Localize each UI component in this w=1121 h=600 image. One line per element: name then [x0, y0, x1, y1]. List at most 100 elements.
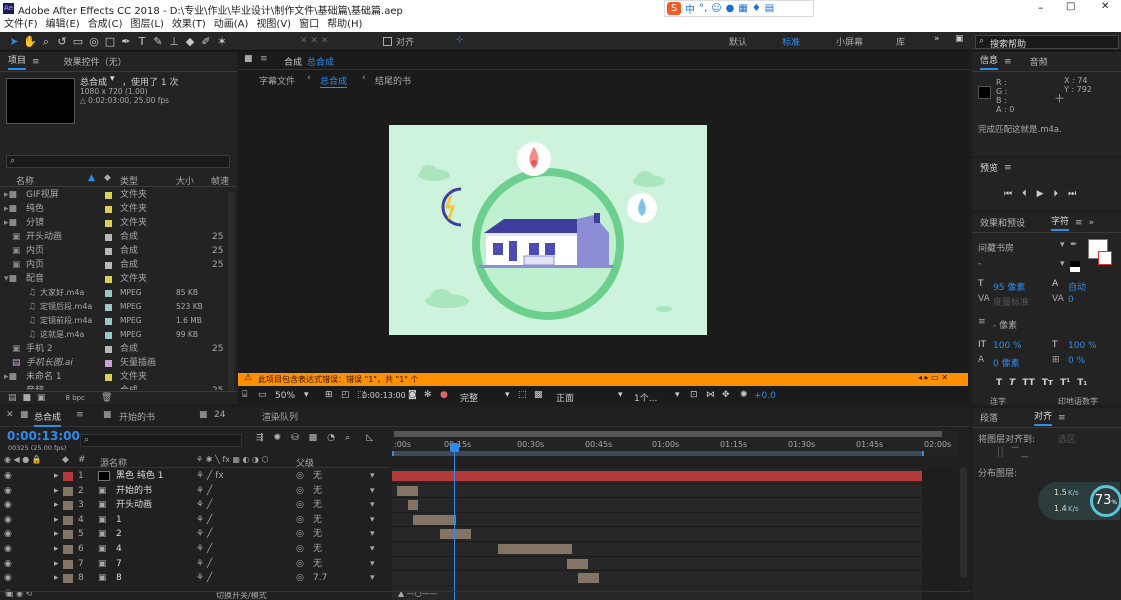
menu-animation[interactable]: 动画(A)	[210, 17, 253, 32]
parent-select[interactable]: 无	[313, 484, 322, 499]
close-icon[interactable]: ✕	[6, 410, 14, 420]
list-item[interactable]: GIF视屏 文件夹 ▸■	[0, 188, 225, 202]
fast-previews-icon[interactable]: ⊡	[690, 390, 698, 400]
layer-name[interactable]: 开头动画	[116, 498, 152, 513]
sort-up-icon[interactable]: ▲	[88, 173, 95, 183]
tab-info[interactable]: 信息	[980, 53, 999, 70]
layer-name[interactable]: 1	[116, 513, 122, 528]
workspace-default[interactable]: 默认	[729, 35, 747, 48]
list-item[interactable]: ♫ 定镜后段.m4a MPEG 523 KB	[0, 300, 225, 314]
col-parent[interactable]: 父级	[296, 456, 314, 469]
pickwhip-icon[interactable]: ◎	[296, 557, 304, 572]
layer-name[interactable]: 黑色 纯色 1	[116, 469, 163, 484]
layer-switches[interactable]: ⚘ ╱	[196, 498, 212, 513]
bpc-label[interactable]: 8 bpc	[66, 394, 85, 402]
pickwhip-icon[interactable]: ◎	[296, 571, 304, 586]
snap-options-icon[interactable]: ⊹	[456, 35, 464, 45]
puppet-pin-icon[interactable]: ✶	[214, 32, 230, 51]
parent-select[interactable]: 无	[313, 527, 322, 542]
camera-icon[interactable]: ◙	[408, 390, 417, 400]
zoom-select[interactable]: 50%	[275, 391, 295, 401]
tab-preview[interactable]: 预览	[980, 161, 998, 176]
chevron-down-icon[interactable]: ▾	[1060, 240, 1065, 250]
layer-row[interactable]: ◉ ▸ 2 ▣ 开始的书 ⚘ ╱ ◎ 无 ▾	[0, 484, 390, 499]
project-search[interactable]: ⌕	[6, 155, 230, 168]
menu-help[interactable]: 帮助(H)	[323, 17, 366, 32]
rectangle-tool-icon[interactable]: □	[102, 32, 118, 51]
eye-icon[interactable]: ◉	[4, 571, 12, 586]
clone-stamp-icon[interactable]: ⊥	[166, 32, 182, 51]
next-frame-icon[interactable]: ⏵	[1054, 189, 1059, 199]
layer-label-swatch[interactable]	[63, 472, 73, 481]
layer-label-swatch[interactable]	[63, 486, 73, 496]
menu-composition[interactable]: 合成(C)	[84, 17, 127, 32]
pickwhip-icon[interactable]: ◎	[296, 542, 304, 557]
tab-character[interactable]: 字符	[1051, 214, 1070, 231]
chevron-down-icon[interactable]: ▾	[505, 390, 510, 400]
timeline-scrollbar[interactable]	[960, 467, 967, 577]
subscript-icon[interactable]: T₁	[1077, 378, 1087, 388]
eye-icon[interactable]: ◉	[4, 542, 12, 557]
expand-icon[interactable]: ▸	[54, 571, 59, 586]
chevron-down-icon[interactable]: ▾	[304, 390, 309, 400]
tracking-value[interactable]: 0	[1068, 295, 1074, 305]
layer-switches[interactable]: ⚘ ╱	[196, 571, 212, 586]
playhead[interactable]	[454, 445, 455, 600]
tab-timeline-main[interactable]: 总合成	[34, 410, 62, 427]
views-select[interactable]: 1个...	[634, 391, 657, 404]
baseline-value[interactable]: 0 像素	[993, 356, 1020, 369]
eye-icon[interactable]: ◉	[4, 484, 12, 499]
project-scrollbar[interactable]	[228, 192, 234, 392]
camera-tool-icon[interactable]: ▭	[70, 32, 86, 51]
parent-select[interactable]: 无	[313, 469, 322, 484]
font-style-select[interactable]: -	[978, 259, 981, 269]
expand-icon[interactable]: ▸	[54, 527, 59, 542]
breadcrumb-item[interactable]: 结尾的书	[375, 74, 411, 87]
layer-bar[interactable]	[413, 514, 456, 525]
chevron-down-icon[interactable]: ▾	[370, 542, 375, 557]
chevron-down-icon[interactable]: ▾	[110, 74, 115, 84]
timeline-current-time[interactable]: 0:00:13:00	[7, 429, 80, 443]
kerning-value[interactable]: 度量标准	[993, 295, 1029, 308]
eye-icon[interactable]: ◉	[4, 498, 12, 513]
breadcrumb-item[interactable]: 字幕文件	[259, 74, 295, 87]
tab-effect-controls[interactable]: 效果控件（无）	[64, 55, 127, 68]
ime-mode[interactable]: 中	[685, 1, 695, 16]
panel-menu-icon[interactable]: ≡	[32, 57, 40, 67]
tab-align[interactable]: 对齐	[1034, 409, 1053, 426]
close-button[interactable]: ✕	[1101, 1, 1109, 12]
time-ruler[interactable]: :00s 00:15s 00:30s 00:45s 01:00s 01:15s …	[392, 429, 958, 457]
chevron-down-icon[interactable]: ▾	[370, 571, 375, 586]
zoom-tool-icon[interactable]: ⌕	[38, 32, 54, 51]
toolbox-icon[interactable]: ▤	[765, 3, 774, 14]
menu-effect[interactable]: 效果(T)	[168, 17, 210, 32]
layer-row[interactable]: ◉ ▸ 8 ▣ 8 ⚘ ╱ ◎ 7.7 ▾	[0, 571, 390, 586]
layer-label-swatch[interactable]	[63, 559, 73, 569]
layer-switches[interactable]: ⚘ ╱	[196, 527, 212, 542]
text-style-buttons[interactable]: T T TT Tᴛ T¹ T₁	[996, 378, 1087, 388]
comp-mini-flowchart-icon[interactable]: ⇶	[256, 433, 264, 443]
snap-icons[interactable]: ✕ ✕ ✕	[300, 36, 328, 46]
timeline-search[interactable]: ⌕	[80, 434, 242, 447]
layer-name[interactable]: 开始的书	[116, 484, 152, 499]
layer-row[interactable]: ◉ ▸ 5 ▣ 2 ⚘ ╱ ◎ 无 ▾	[0, 527, 390, 542]
play-icon[interactable]: ▶	[1037, 189, 1044, 199]
layer-switch-icons[interactable]: ⚘ ✱ ╲ fx ▦ ◐ ◑ ⬡	[196, 455, 269, 464]
pickwhip-icon[interactable]: ◎	[296, 527, 304, 542]
leading-value[interactable]: 自动	[1068, 280, 1086, 293]
tab-render-queue[interactable]: 渲染队列	[262, 410, 298, 423]
layer-bar[interactable]	[392, 471, 922, 481]
comp-tab-menu-icon[interactable]: ≡	[260, 54, 268, 64]
eraser-tool-icon[interactable]: ◆	[182, 32, 198, 51]
av-switch-icons[interactable]: ◉ ◀ ● 🔒	[4, 455, 42, 464]
type-tool-icon[interactable]: T	[134, 32, 150, 51]
tab-start-book[interactable]: 开始的书	[119, 410, 155, 423]
pen-tool-icon[interactable]: ✒	[118, 32, 134, 51]
layer-bar[interactable]	[498, 544, 573, 554]
menu-edit[interactable]: 编辑(E)	[42, 17, 84, 32]
list-item[interactable]: ▣ 开头动画 合成 25	[0, 230, 225, 244]
quality-select[interactable]: 完整	[460, 391, 478, 404]
transparency-grid-icon[interactable]: ▩	[534, 390, 543, 400]
list-item[interactable]: ▸■ 未命名 1 文件夹	[0, 370, 225, 384]
layer-switches[interactable]: ⚘ ╱ fx	[196, 469, 224, 484]
